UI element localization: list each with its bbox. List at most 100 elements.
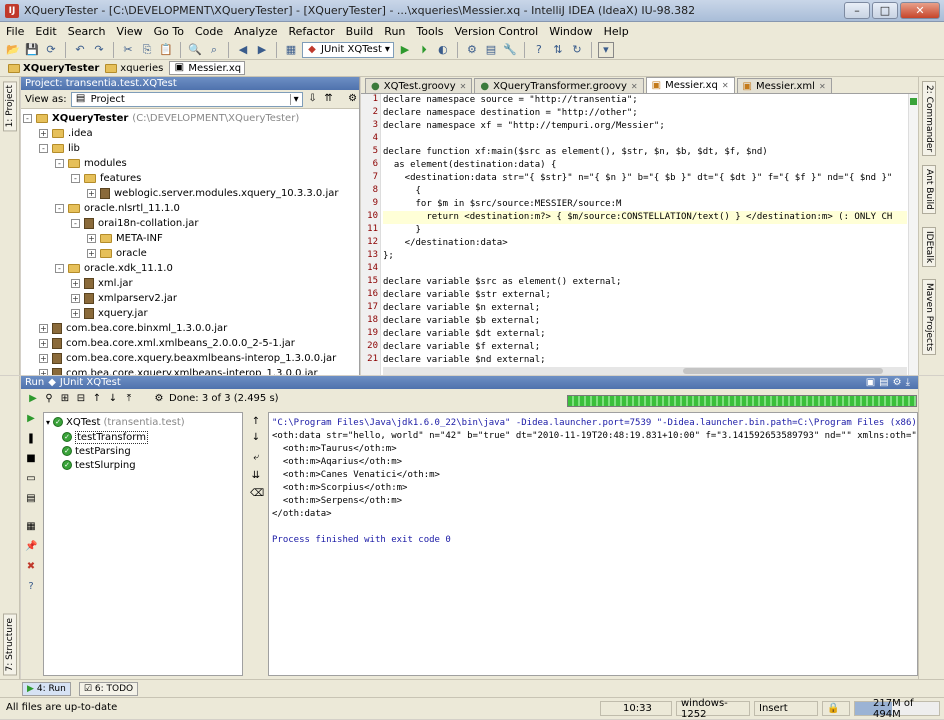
- close-button[interactable]: ✕: [900, 2, 940, 19]
- editor-tab[interactable]: ▣ Messier.xq ✕: [645, 77, 735, 93]
- project-structure-icon[interactable]: ▤: [483, 42, 499, 58]
- down-icon[interactable]: ↓: [107, 393, 119, 405]
- editor-tab[interactable]: ▣ Messier.xml ✕: [736, 78, 832, 93]
- scroll-end-icon[interactable]: ⇊: [250, 470, 262, 482]
- settings-icon[interactable]: ⚙: [464, 42, 480, 58]
- scroll-from-source-icon[interactable]: ⇩: [307, 93, 319, 105]
- test-case[interactable]: ✓ testTransform: [62, 430, 148, 444]
- tree-expand-icon[interactable]: +: [39, 129, 48, 138]
- find-icon[interactable]: 🔍: [187, 42, 203, 58]
- tree-expand-icon[interactable]: +: [87, 189, 96, 198]
- tree-collapse-icon[interactable]: -: [55, 204, 64, 213]
- close-tab-icon[interactable]: ✕: [460, 82, 467, 91]
- cut-icon[interactable]: ✂: [120, 42, 136, 58]
- tree-node[interactable]: - lib: [39, 141, 80, 156]
- help-icon[interactable]: ?: [25, 581, 37, 593]
- insert-mode[interactable]: Insert: [754, 701, 818, 716]
- todo-tool-tab[interactable]: ☑ 6: TODO: [78, 681, 139, 696]
- menu-item[interactable]: Help: [604, 25, 629, 38]
- commander-tool-tab[interactable]: 2: Commander: [922, 81, 936, 157]
- up-icon[interactable]: ↑: [91, 393, 103, 405]
- close-icon[interactable]: ✖: [25, 561, 37, 573]
- tree-node[interactable]: + oracle: [87, 246, 147, 261]
- run-tool-tab[interactable]: ▶ 4: Run: [22, 681, 71, 696]
- test-suite[interactable]: ▾ ✓ XQTest (transentia.test): [46, 415, 185, 429]
- run-icon[interactable]: ▶: [397, 42, 413, 58]
- tree-collapse-icon[interactable]: -: [71, 219, 80, 228]
- tree-node[interactable]: + weblogic.server.modules.xquery_10.3.3.0…: [87, 186, 339, 201]
- maximize-button[interactable]: □: [872, 2, 898, 19]
- gear-icon[interactable]: ⚙: [347, 93, 359, 105]
- editor-tab[interactable]: ● XQTest.groovy ✕: [365, 78, 473, 93]
- vertical-scrollbar[interactable]: [908, 94, 918, 375]
- plugins-icon[interactable]: 🔧: [502, 42, 518, 58]
- structure-tool-tab[interactable]: 7: Structure: [3, 614, 17, 676]
- tree-node[interactable]: - orai18n-collation.jar: [71, 216, 198, 231]
- breadcrumb-file[interactable]: ▣ Messier.xq: [169, 61, 246, 75]
- horizontal-scrollbar[interactable]: [383, 367, 907, 375]
- replace-icon[interactable]: ⌕: [206, 42, 222, 58]
- expand-all-icon[interactable]: ⊞: [59, 393, 71, 405]
- update-icon[interactable]: ↻: [569, 42, 585, 58]
- tree-node[interactable]: + com.bea.core.binxml_1.3.0.0.jar: [39, 321, 227, 336]
- vcs-icon[interactable]: ⇅: [550, 42, 566, 58]
- tree-node[interactable]: + xquery.jar: [71, 306, 148, 321]
- back-icon[interactable]: ◀: [235, 42, 251, 58]
- pin-icon[interactable]: 📌: [25, 541, 37, 553]
- menu-item[interactable]: Build: [346, 25, 374, 38]
- tree-collapse-icon[interactable]: -: [71, 174, 80, 183]
- test-case[interactable]: ✓ testSlurping: [62, 458, 136, 472]
- menu-item[interactable]: Search: [68, 25, 106, 38]
- close-tab-icon[interactable]: ✕: [631, 82, 638, 91]
- coverage-icon[interactable]: ◐: [435, 42, 451, 58]
- export-icon[interactable]: ⤒: [123, 393, 135, 405]
- tree-collapse-icon[interactable]: -: [39, 144, 48, 153]
- ant-build-tool-tab[interactable]: Ant Build: [922, 165, 936, 214]
- tree-expand-icon[interactable]: +: [39, 324, 48, 333]
- stop-icon[interactable]: ■: [25, 453, 37, 465]
- clear-icon[interactable]: ⌫: [250, 488, 264, 500]
- layout-icon[interactable]: ▦: [25, 521, 37, 533]
- tree-node[interactable]: - oracle.nlsrtl_11.1.0: [55, 201, 180, 216]
- menu-item[interactable]: Go To: [154, 25, 184, 38]
- menu-item[interactable]: Code: [195, 25, 223, 38]
- memory-indicator[interactable]: 217M of 494M: [854, 698, 940, 720]
- menu-item[interactable]: View: [117, 25, 143, 38]
- dropdown-icon[interactable]: ▾: [597, 41, 614, 58]
- tree-expand-icon[interactable]: +: [71, 309, 80, 318]
- compile-icon[interactable]: ▦: [283, 42, 299, 58]
- tree-expand-icon[interactable]: +: [71, 294, 80, 303]
- menu-item[interactable]: Refactor: [289, 25, 335, 38]
- debug-icon[interactable]: ⏵: [416, 42, 432, 58]
- tree-node[interactable]: + com.bea.core.xml.xmlbeans_2.0.0.0_2-5-1…: [39, 336, 295, 351]
- print-icon[interactable]: ▤: [25, 493, 37, 505]
- menu-item[interactable]: Edit: [35, 25, 56, 38]
- redo-icon[interactable]: ↷: [91, 42, 107, 58]
- save-icon[interactable]: 💾: [24, 42, 40, 58]
- tree-expand-icon[interactable]: +: [71, 279, 80, 288]
- restore-icon[interactable]: ▭: [25, 473, 37, 485]
- tree-node[interactable]: + xml.jar: [71, 276, 133, 291]
- tree-expand-icon[interactable]: +: [87, 249, 96, 258]
- menu-item[interactable]: Window: [549, 25, 592, 38]
- tree-node[interactable]: - features: [71, 171, 141, 186]
- paste-icon[interactable]: 📋: [158, 42, 174, 58]
- console-output[interactable]: "C:\Program Files\Java\jdk1.6.0_22\bin\j…: [268, 412, 918, 676]
- gear-icon[interactable]: ⚙: [153, 393, 165, 405]
- editor-tab[interactable]: ● XQueryTransformer.groovy ✕: [474, 78, 644, 93]
- caret-position[interactable]: 10:33: [600, 701, 672, 716]
- tree-node[interactable]: + xmlparserv2.jar: [71, 291, 177, 306]
- help-icon[interactable]: ?: [531, 42, 547, 58]
- collapse-all-icon[interactable]: ⊟: [75, 393, 87, 405]
- view-as-select[interactable]: ▤ Project ▾: [70, 91, 303, 107]
- tree-node[interactable]: - modules: [55, 156, 127, 171]
- tree-expand-icon[interactable]: +: [39, 339, 48, 348]
- rerun-icon[interactable]: ▶: [27, 393, 39, 405]
- menu-item[interactable]: Version Control: [455, 25, 539, 38]
- project-tool-tab[interactable]: 1: Project: [3, 81, 17, 132]
- menu-item[interactable]: Analyze: [234, 25, 277, 38]
- up-arrow-icon[interactable]: ↑: [250, 416, 262, 428]
- soft-wrap-icon[interactable]: ⤶: [250, 452, 262, 464]
- undo-icon[interactable]: ↶: [72, 42, 88, 58]
- close-tab-icon[interactable]: ✕: [722, 81, 729, 90]
